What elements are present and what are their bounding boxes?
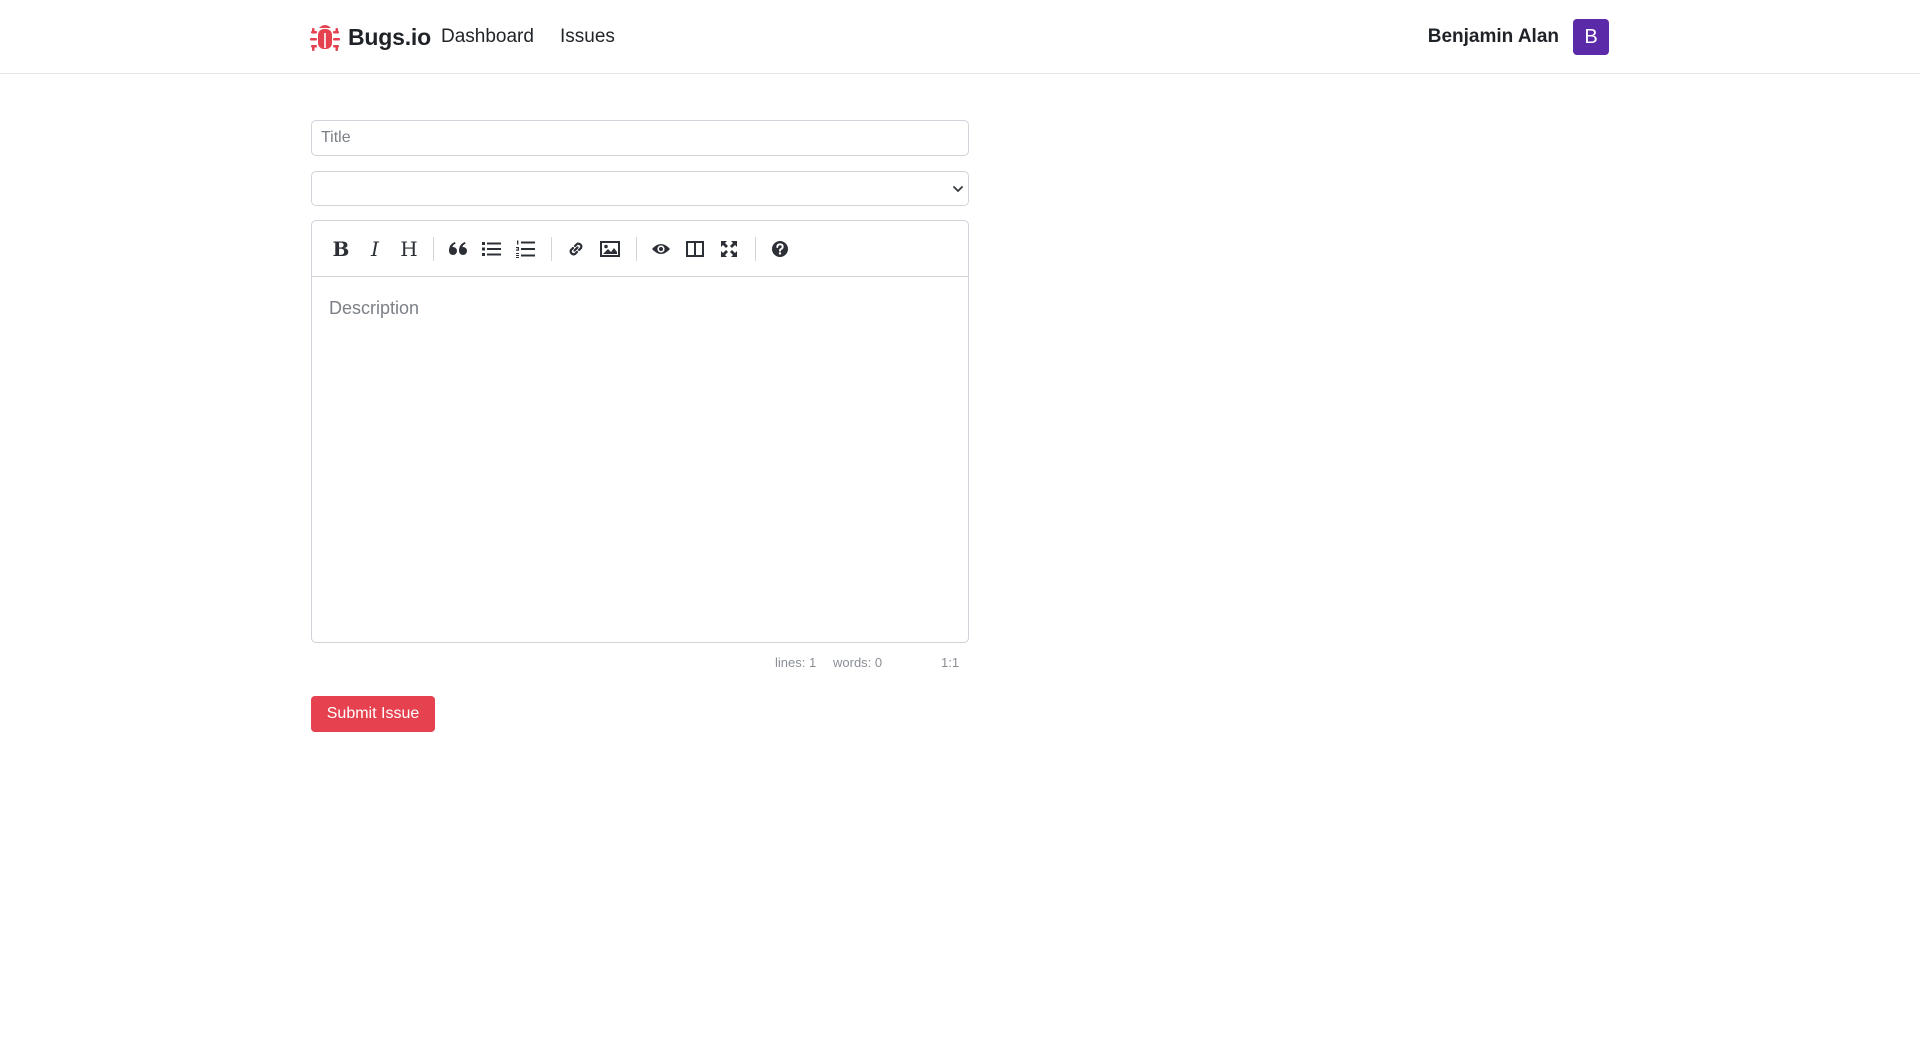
status-words: words: 0	[833, 655, 883, 670]
italic-button[interactable]: I	[361, 235, 389, 263]
category-select[interactable]	[311, 171, 969, 206]
description-placeholder: Description	[329, 298, 420, 318]
image-button[interactable]	[596, 235, 624, 263]
markdown-editor: B I H Description	[311, 220, 969, 643]
avatar[interactable]: B	[1573, 19, 1609, 55]
toolbar-separator	[755, 237, 756, 261]
preview-icon	[652, 244, 670, 254]
preview-button[interactable]	[647, 235, 675, 263]
nav-link-issues[interactable]: Issues	[560, 26, 615, 48]
editor-statusbar: lines: 1 words: 0 1:1	[311, 655, 969, 671]
status-lines: lines: 1	[775, 655, 817, 670]
heading-button[interactable]: H	[395, 235, 423, 263]
brand-name: Bugs.io	[348, 23, 431, 50]
submit-issue-button[interactable]: Submit Issue	[311, 696, 435, 732]
description-textarea[interactable]: Description	[312, 277, 968, 642]
quote-button[interactable]	[444, 235, 472, 263]
ordered-list-button[interactable]	[512, 235, 540, 263]
ordered-list-icon	[516, 240, 535, 258]
chevron-down-icon	[953, 186, 963, 192]
toolbar-separator	[433, 237, 434, 261]
brand[interactable]: Bugs.io	[310, 20, 431, 54]
status-cursor: 1:1	[941, 655, 960, 670]
heading-icon: H	[400, 237, 418, 261]
side-by-side-icon	[686, 241, 704, 257]
user-name[interactable]: Benjamin Alan	[1428, 26, 1559, 48]
bold-icon: B	[332, 237, 350, 261]
link-button[interactable]	[562, 235, 590, 263]
quote-icon	[449, 242, 467, 255]
title-input[interactable]	[311, 120, 969, 156]
toolbar-separator	[636, 237, 637, 261]
italic-icon: I	[371, 237, 379, 261]
link-icon	[569, 242, 583, 256]
side-by-side-button[interactable]	[681, 235, 709, 263]
nav-link-dashboard[interactable]: Dashboard	[441, 26, 534, 48]
bug-icon	[310, 25, 340, 51]
fullscreen-icon	[721, 241, 737, 257]
editor-toolbar: B I H	[312, 221, 968, 277]
help-button[interactable]	[766, 235, 794, 263]
toolbar-separator	[551, 237, 552, 261]
bold-button[interactable]: B	[327, 235, 355, 263]
unordered-list-icon	[482, 242, 501, 256]
unordered-list-button[interactable]	[478, 235, 506, 263]
navbar: Bugs.io Dashboard Issues Benjamin Alan B	[0, 0, 1920, 74]
image-icon	[600, 241, 620, 257]
fullscreen-button[interactable]	[715, 235, 743, 263]
help-icon	[772, 241, 788, 257]
